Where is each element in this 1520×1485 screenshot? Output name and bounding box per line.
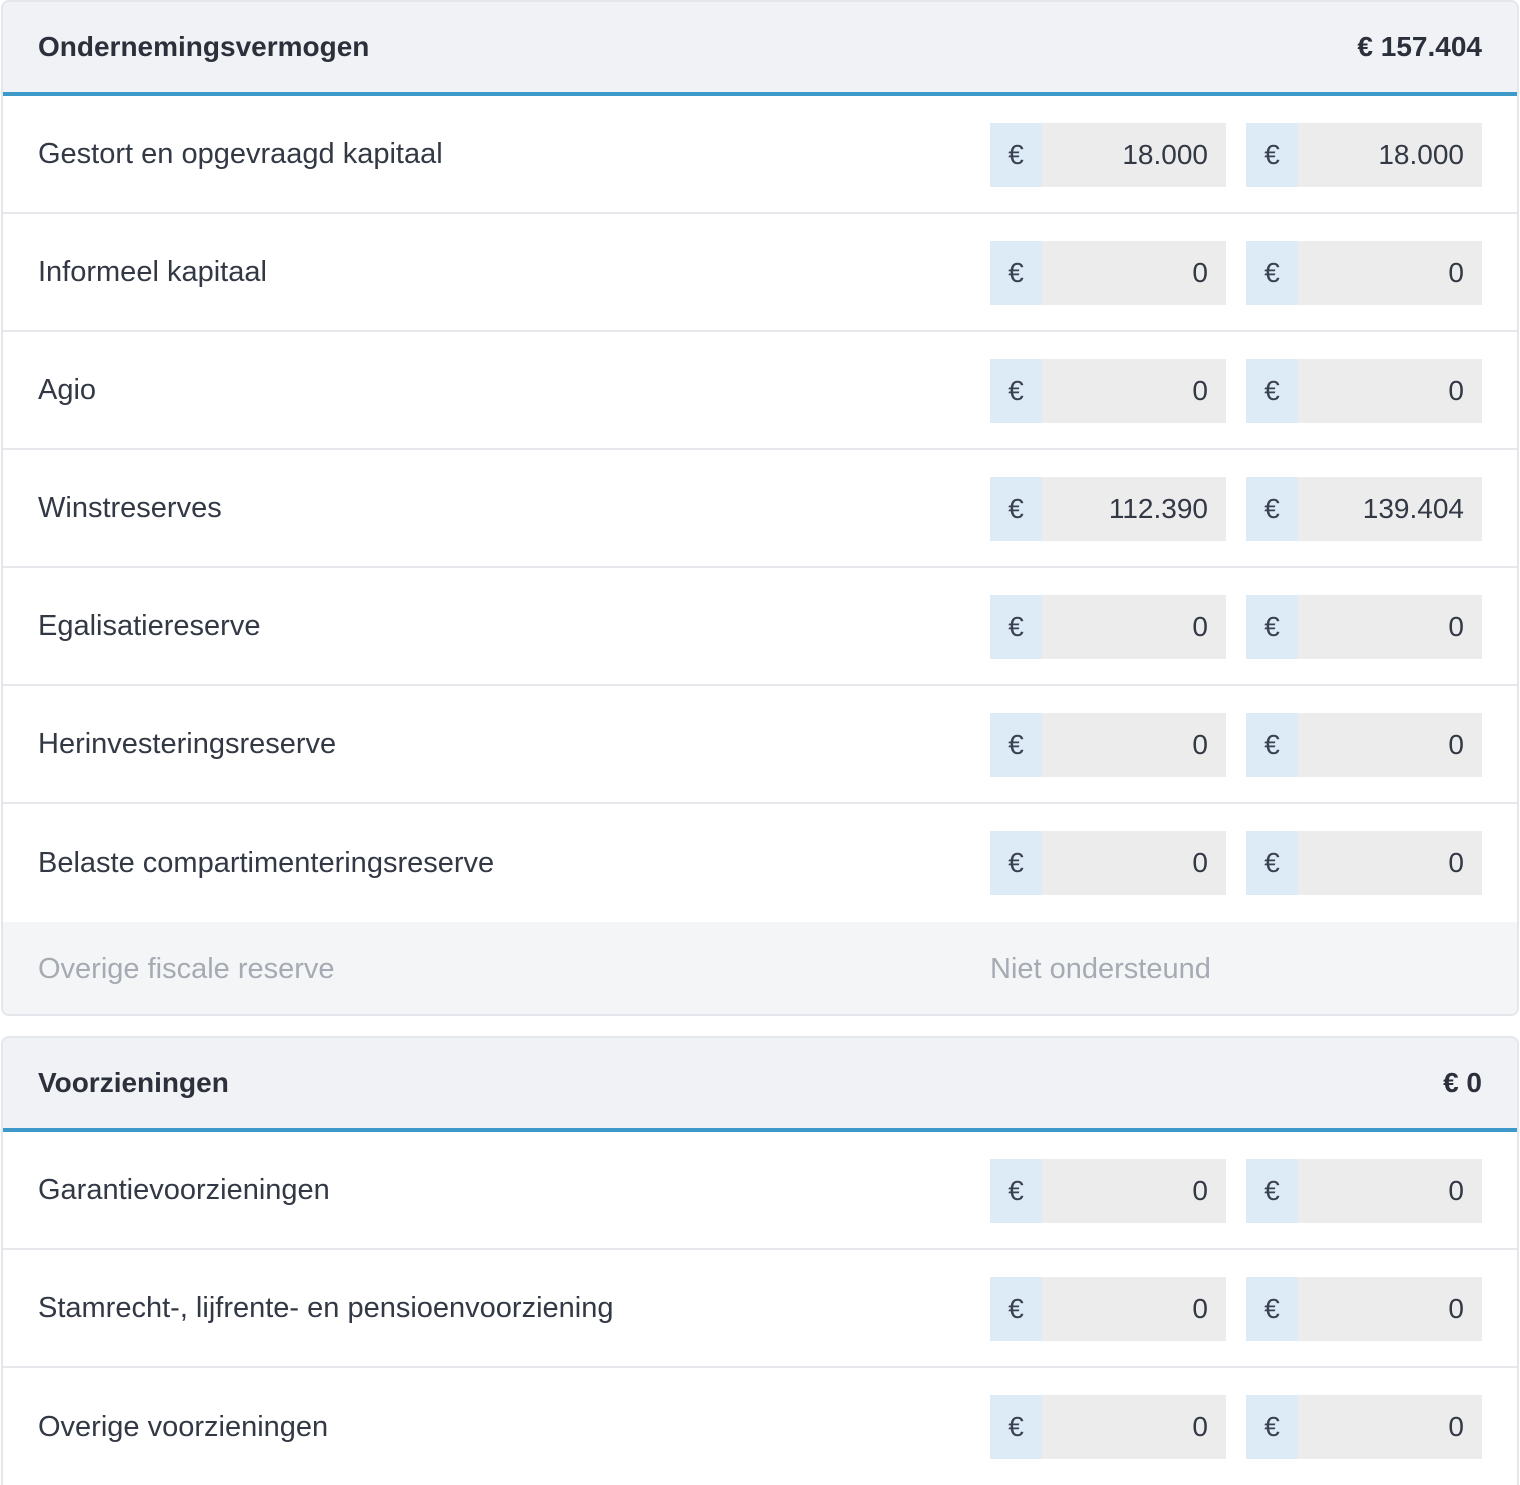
section-title: Ondernemingsvermogen <box>38 31 370 62</box>
amount-input-previous[interactable]: € 0 <box>1246 1395 1482 1459</box>
section-rows: Garantievoorzieningen € 0 € 0 Stamrecht-… <box>3 1132 1517 1485</box>
amount-input-previous[interactable]: € 0 <box>1246 831 1482 895</box>
euro-prefix: € <box>1246 123 1298 187</box>
euro-prefix: € <box>1246 477 1298 541</box>
section-rows: Gestort en opgevraagd kapitaal € 18.000 … <box>3 96 1517 922</box>
euro-prefix: € <box>1246 713 1298 777</box>
amount-input-current[interactable]: € 0 <box>990 359 1226 423</box>
amount-value[interactable]: 0 <box>1042 359 1226 423</box>
amount-value[interactable]: 0 <box>1042 831 1226 895</box>
amount-input-previous[interactable]: € 0 <box>1246 595 1482 659</box>
section-header: Voorzieningen € 0 <box>3 1038 1517 1132</box>
amount-value[interactable]: 0 <box>1042 1277 1226 1341</box>
amount-input-current[interactable]: € 0 <box>990 1277 1226 1341</box>
amount-input-previous[interactable]: € 18.000 <box>1246 123 1482 187</box>
euro-prefix: € <box>1246 359 1298 423</box>
amount-input-previous[interactable]: € 0 <box>1246 1159 1482 1223</box>
euro-prefix: € <box>990 713 1042 777</box>
section-total: € 157.404 <box>1357 31 1482 62</box>
form-row: Overige voorzieningen € 0 € 0 <box>3 1368 1517 1485</box>
euro-prefix: € <box>1246 1395 1298 1459</box>
euro-prefix: € <box>990 123 1042 187</box>
amount-value[interactable]: 18.000 <box>1298 123 1482 187</box>
amount-value[interactable]: 0 <box>1298 1277 1482 1341</box>
euro-prefix: € <box>1246 831 1298 895</box>
amount-value[interactable]: 0 <box>1042 595 1226 659</box>
form-row: Gestort en opgevraagd kapitaal € 18.000 … <box>3 96 1517 214</box>
amount-input-current[interactable]: € 0 <box>990 713 1226 777</box>
row-label: Overige fiscale reserve <box>38 952 335 985</box>
amount-value[interactable]: 0 <box>1042 1159 1226 1223</box>
euro-prefix: € <box>990 1277 1042 1341</box>
form-row: Agio € 0 € 0 <box>3 332 1517 450</box>
amount-value[interactable]: 139.404 <box>1298 477 1482 541</box>
amount-input-current[interactable]: € 112.390 <box>990 477 1226 541</box>
not-supported-text: Niet ondersteund <box>990 952 1211 985</box>
voorzieningen-card: Voorzieningen € 0 Garantievoorzieningen … <box>1 1036 1519 1485</box>
amount-input-previous[interactable]: € 0 <box>1246 1277 1482 1341</box>
form-row: Garantievoorzieningen € 0 € 0 <box>3 1132 1517 1250</box>
amount-value[interactable]: 0 <box>1298 1159 1482 1223</box>
section-title: Voorzieningen <box>38 1067 229 1098</box>
amount-input-previous[interactable]: € 0 <box>1246 359 1482 423</box>
euro-prefix: € <box>990 595 1042 659</box>
amount-value[interactable]: 0 <box>1298 831 1482 895</box>
amount-input-current[interactable]: € 0 <box>990 1159 1226 1223</box>
euro-prefix: € <box>1246 1277 1298 1341</box>
form-row: Informeel kapitaal € 0 € 0 <box>3 214 1517 332</box>
amount-input-previous[interactable]: € 0 <box>1246 713 1482 777</box>
euro-prefix: € <box>990 241 1042 305</box>
amount-input-previous[interactable]: € 139.404 <box>1246 477 1482 541</box>
form-row: Egalisatiereserve € 0 € 0 <box>3 568 1517 686</box>
euro-prefix: € <box>1246 595 1298 659</box>
form-row: Herinvesteringsreserve € 0 € 0 <box>3 686 1517 804</box>
euro-prefix: € <box>990 1395 1042 1459</box>
form-row: Winstreserves € 112.390 € 139.404 <box>3 450 1517 568</box>
form-row: Belaste compartimenteringsreserve € 0 € … <box>3 804 1517 922</box>
amount-value[interactable]: 0 <box>1298 359 1482 423</box>
amount-input-current[interactable]: € 0 <box>990 831 1226 895</box>
ondernemingsvermogen-card: Ondernemingsvermogen € 157.404 Gestort e… <box>1 0 1519 1016</box>
amount-value[interactable]: 0 <box>1042 713 1226 777</box>
section-total: € 0 <box>1443 1067 1482 1098</box>
amount-input-current[interactable]: € 0 <box>990 1395 1226 1459</box>
amount-input-current[interactable]: € 0 <box>990 241 1226 305</box>
euro-prefix: € <box>1246 1159 1298 1223</box>
amount-value[interactable]: 0 <box>1042 1395 1226 1459</box>
section-header: Ondernemingsvermogen € 157.404 <box>3 2 1517 96</box>
euro-prefix: € <box>990 1159 1042 1223</box>
amount-value[interactable]: 0 <box>1298 595 1482 659</box>
euro-prefix: € <box>1246 241 1298 305</box>
amount-value[interactable]: 0 <box>1042 241 1226 305</box>
amount-input-previous[interactable]: € 0 <box>1246 241 1482 305</box>
euro-prefix: € <box>990 831 1042 895</box>
amount-input-current[interactable]: € 0 <box>990 595 1226 659</box>
amount-value[interactable]: 0 <box>1298 1395 1482 1459</box>
amount-value[interactable]: 0 <box>1298 713 1482 777</box>
euro-prefix: € <box>990 359 1042 423</box>
amount-value[interactable]: 112.390 <box>1042 477 1226 541</box>
form-row: Stamrecht-, lijfrente- en pensioenvoorzi… <box>3 1250 1517 1368</box>
amount-input-current[interactable]: € 18.000 <box>990 123 1226 187</box>
euro-prefix: € <box>990 477 1042 541</box>
amount-value[interactable]: 0 <box>1298 241 1482 305</box>
amount-value[interactable]: 18.000 <box>1042 123 1226 187</box>
unsupported-row: Overige fiscale reserve Niet ondersteund <box>3 922 1517 1014</box>
